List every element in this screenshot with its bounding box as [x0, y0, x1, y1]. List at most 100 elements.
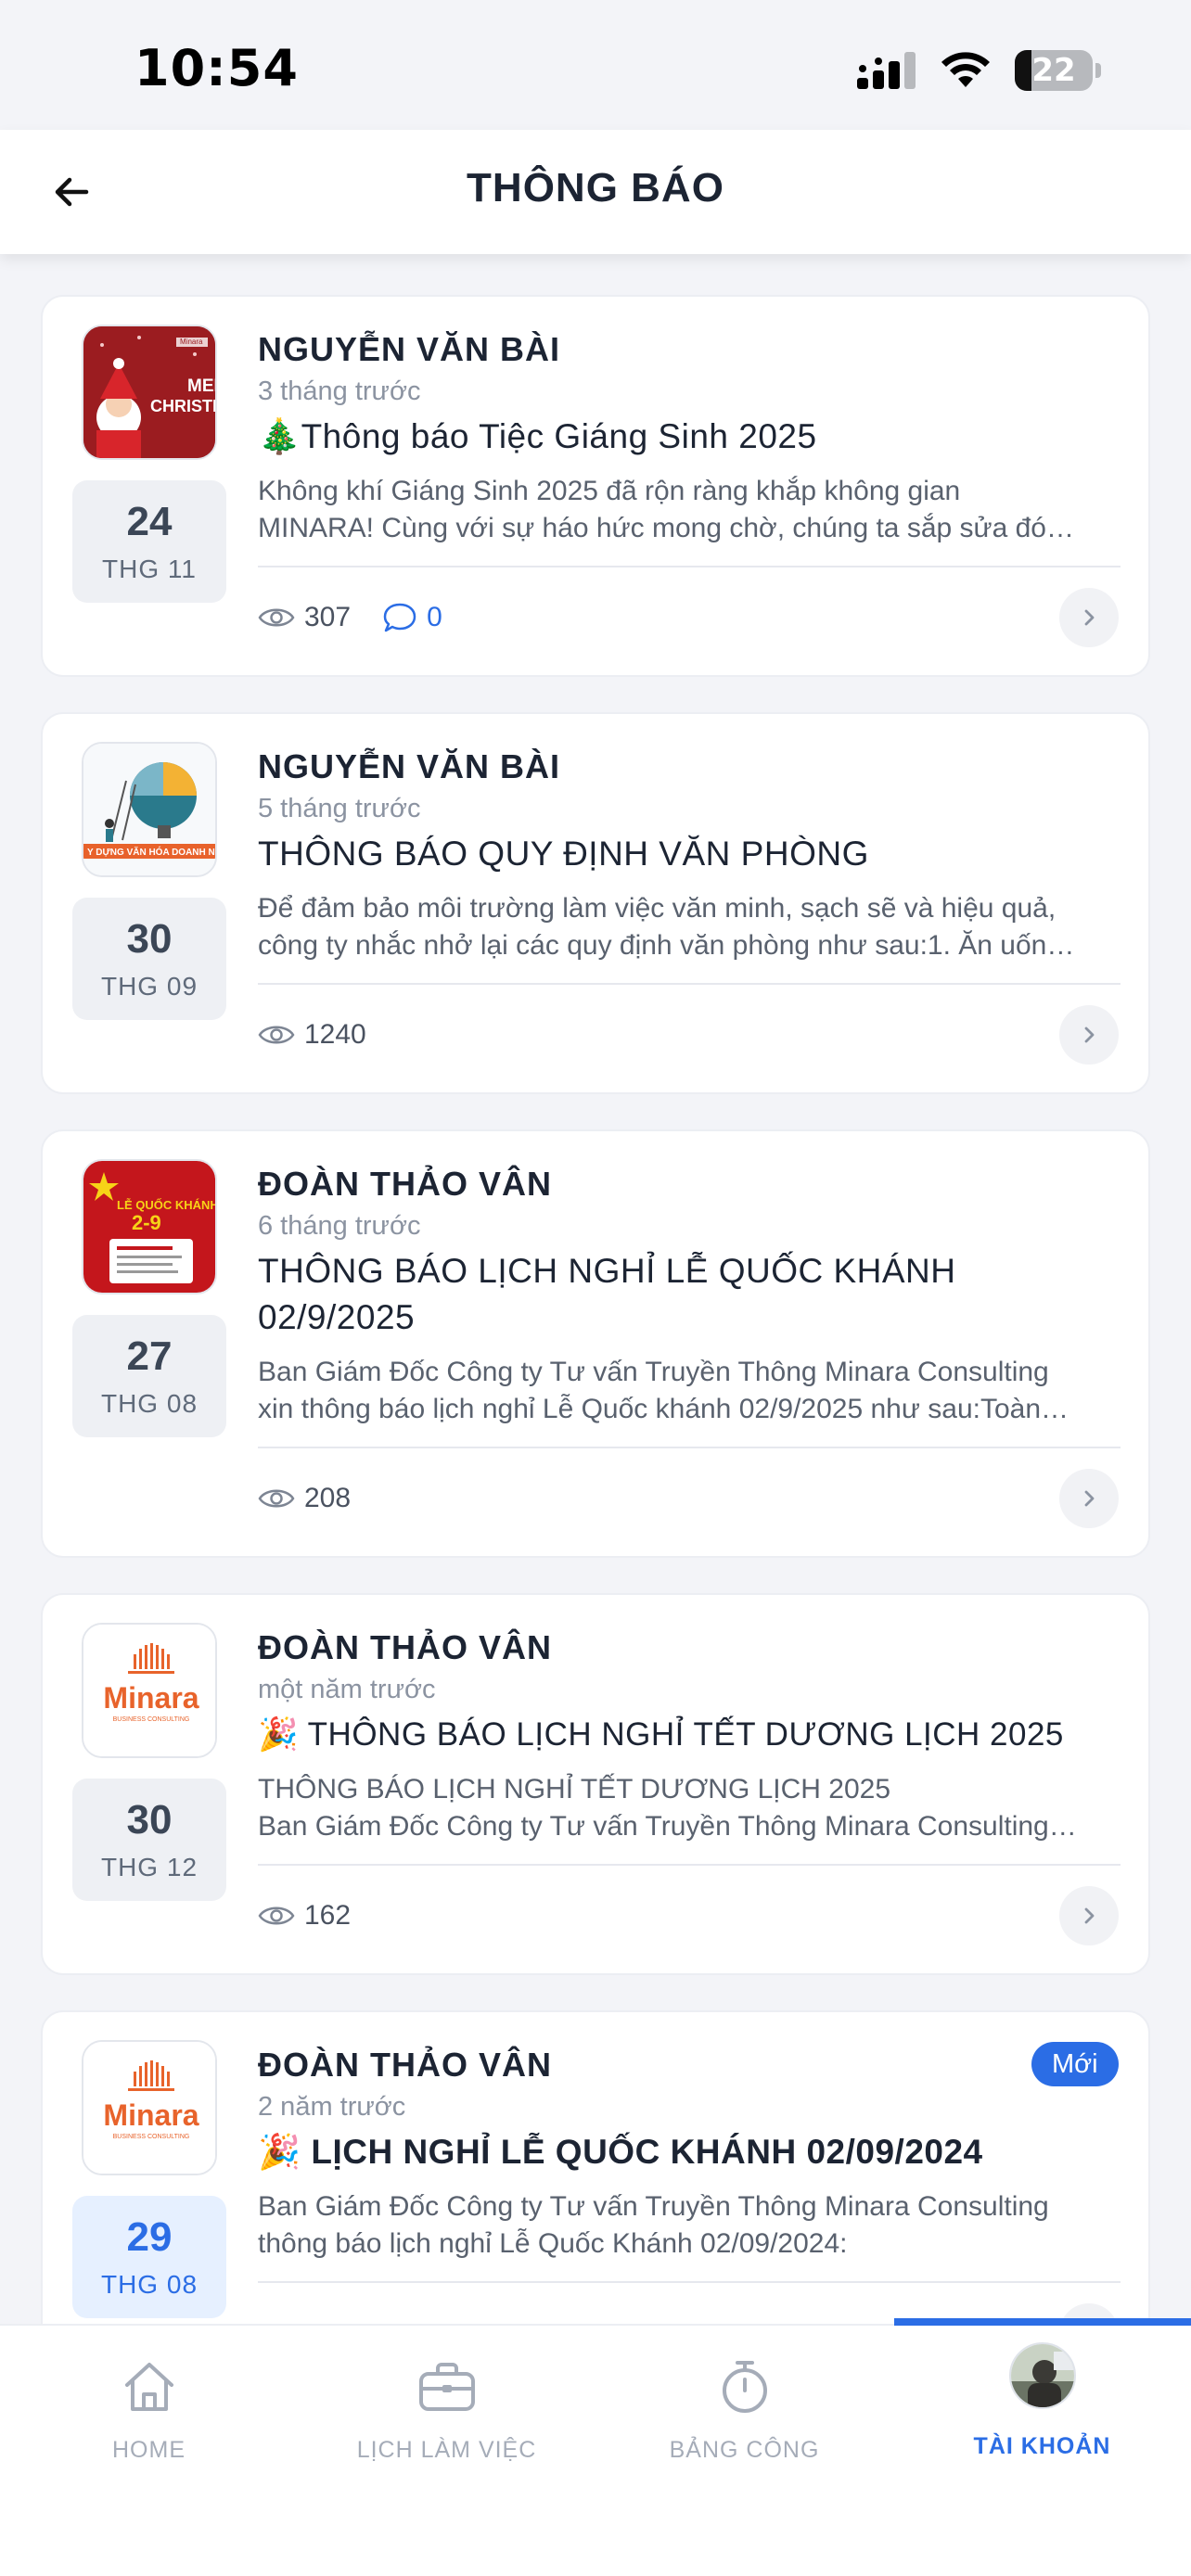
chevron-right-icon [1084, 609, 1095, 626]
notification-excerpt: Ban Giám Đốc Công ty Tư vấn Truyền Thông… [258, 2191, 1049, 2259]
date-day: 27 [126, 1333, 173, 1379]
date-box: 27 THG 08 [72, 1315, 226, 1437]
nav-label: HOME [112, 2437, 186, 2463]
date-month: THG 11 [102, 555, 197, 583]
time-ago: 6 tháng trước [258, 1211, 421, 1241]
chevron-right-icon [1084, 1490, 1095, 1507]
notification-list: MERRY CHRISTM Minara 24 THG 11 NGUYỄN VĂ… [0, 254, 1191, 2324]
eye-icon [258, 1906, 295, 1925]
new-badge: Mới [1031, 2042, 1119, 2086]
date-day: 30 [126, 916, 173, 962]
svg-text:CHRISTM: CHRISTM [150, 397, 217, 415]
svg-text:Y DỰNG VĂN HÓA DOANH NGH: Y DỰNG VĂN HÓA DOANH NGH [87, 846, 217, 858]
nav-label: TÀI KHOẢN [973, 2433, 1111, 2459]
notification-card[interactable]: MERRY CHRISTM Minara 24 THG 11 NGUYỄN VĂ… [41, 295, 1150, 677]
battery-level: 22 [1031, 52, 1076, 89]
notification-excerpt: THÔNG BÁO LỊCH NGHỈ TẾT DƯƠNG LỊCH 2025 … [258, 1774, 1077, 1842]
page-title: THÔNG BÁO [467, 165, 724, 210]
notification-title: 🎉 LỊCH NGHỈ LỄ QUỐC KHÁNH 02/09/2024 [258, 2133, 983, 2171]
time-ago: 5 tháng trước [258, 794, 421, 823]
comment-count[interactable]: 0 [382, 601, 442, 634]
status-time: 10:54 [134, 39, 299, 97]
nav-label: BẢNG CÔNG [669, 2437, 820, 2463]
svg-text:BUSINESS CONSULTING: BUSINESS CONSULTING [113, 2134, 190, 2140]
date-month: THG 09 [100, 972, 198, 1001]
date-day: 29 [126, 2214, 173, 2260]
eye-icon [258, 1026, 295, 1044]
author-name: NGUYỄN VĂN BÀI [258, 330, 561, 368]
chevron-right-icon [1084, 1907, 1095, 1924]
date-month: THG 12 [100, 1853, 198, 1881]
notification-title: 🎉 THÔNG BÁO LỊCH NGHỈ TẾT DƯƠNG LỊCH 202… [258, 1716, 1064, 1753]
home-icon [124, 2363, 173, 2411]
open-button[interactable] [1059, 588, 1119, 647]
author-name: ĐOÀN THẢO VÂN [258, 1165, 552, 1203]
active-tab-indicator [894, 2318, 1191, 2326]
view-count: 307 [258, 602, 351, 633]
date-month: THG 08 [100, 2270, 198, 2299]
stats-row: 162 [258, 1894, 382, 1938]
notification-thumbnail: MERRY CHRISTM Minara [82, 325, 217, 460]
notification-title: THÔNG BÁO QUY ĐỊNH VĂN PHÒNG [258, 835, 869, 873]
eye-icon [258, 1489, 295, 1508]
notification-thumbnail: Minara BUSINESS CONSULTING [82, 2040, 217, 2175]
comment-icon [383, 603, 416, 632]
avatar [1008, 2342, 1076, 2409]
notification-card[interactable]: Y DỰNG VĂN HÓA DOANH NGH 30 THG 09 NGUYỄ… [41, 712, 1150, 1094]
svg-text:LỄ QUỐC KHÁNH: LỄ QUỐC KHÁNH [117, 1198, 217, 1212]
stats-row: 307 0 [258, 595, 474, 640]
status-bar: 10:54 22 [0, 0, 1191, 130]
date-box: 24 THG 11 [72, 480, 226, 603]
eye-icon [258, 608, 295, 627]
view-count: 208 [258, 1483, 351, 1514]
open-button[interactable] [1059, 1469, 1119, 1528]
stats-row: 1240 [258, 1013, 398, 1057]
open-button[interactable] [1059, 1886, 1119, 1945]
briefcase-icon [418, 2363, 475, 2411]
svg-text:MERRY: MERRY [187, 376, 217, 396]
view-count: 162 [258, 1900, 351, 1932]
app-header: THÔNG BÁO [0, 130, 1191, 254]
time-ago: 3 tháng trước [258, 376, 421, 406]
bottom-nav: HOME LỊCH LÀM VIỆC BẢNG CÔNG TÀI KHOẢN [0, 2318, 1191, 2576]
notification-thumbnail: Y DỰNG VĂN HÓA DOANH NGH [82, 742, 217, 877]
nav-label: LỊCH LÀM VIỆC [356, 2437, 537, 2463]
time-ago: 2 năm trước [258, 2092, 406, 2122]
open-button[interactable] [1059, 1005, 1119, 1065]
notification-excerpt: Để đảm bảo môi trường làm việc văn minh,… [258, 893, 1075, 961]
stats-row: 208 [258, 1476, 382, 1521]
notification-thumbnail: Minara BUSINESS CONSULTING [82, 1623, 217, 1758]
nav-schedule[interactable]: LỊCH LÀM VIỆC [298, 2326, 596, 2483]
author-name: ĐOÀN THẢO VÂN [258, 1628, 552, 1666]
notification-title: 🎄Thông báo Tiệc Giáng Sinh 2025 [258, 417, 817, 455]
notification-title: THÔNG BÁO LỊCH NGHỈ LỄ QUỐC KHÁNH 02/9/2… [258, 1252, 956, 1336]
date-box: 29 THG 08 [72, 2196, 226, 2318]
notification-card[interactable]: LỄ QUỐC KHÁNH 2-9 27 THG 08 ĐOÀN THẢO VÂ… [41, 1129, 1150, 1558]
author-name: ĐOÀN THẢO VÂN [258, 2046, 552, 2084]
date-day: 24 [126, 499, 173, 544]
view-count: 1240 [258, 1019, 366, 1051]
svg-text:2-9: 2-9 [132, 1211, 161, 1234]
notification-card[interactable]: Minara BUSINESS CONSULTING 30 THG 12 ĐOÀ… [41, 1593, 1150, 1975]
date-day: 30 [126, 1797, 173, 1843]
notification-excerpt: Không khí Giáng Sinh 2025 đã rộn ràng kh… [258, 476, 1074, 543]
notification-excerpt: Ban Giám Đốc Công ty Tư vấn Truyền Thông… [258, 1357, 1069, 1424]
battery-icon: 22 [1015, 50, 1101, 91]
cellular-signal-icon [857, 52, 916, 89]
stopwatch-icon [722, 2361, 767, 2413]
svg-text:Minara: Minara [180, 338, 203, 346]
author-name: NGUYỄN VĂN BÀI [258, 747, 561, 785]
svg-text:Minara: Minara [103, 1681, 198, 1715]
nav-home[interactable]: HOME [0, 2326, 298, 2483]
wifi-icon [941, 52, 990, 87]
svg-text:Minara: Minara [103, 2098, 198, 2132]
chevron-right-icon [1084, 1027, 1095, 1043]
date-box: 30 THG 09 [72, 898, 226, 1020]
nav-timesheet[interactable]: BẢNG CÔNG [596, 2326, 893, 2483]
time-ago: một năm trước [258, 1675, 436, 1704]
notification-card[interactable]: Minara BUSINESS CONSULTING 29 THG 08 ĐOÀ… [41, 2010, 1150, 2324]
date-month: THG 08 [100, 1389, 198, 1418]
stats-row [258, 2311, 336, 2324]
nav-account[interactable]: TÀI KHOẢN [893, 2326, 1191, 2483]
svg-text:BUSINESS CONSULTING: BUSINESS CONSULTING [113, 1716, 190, 1723]
